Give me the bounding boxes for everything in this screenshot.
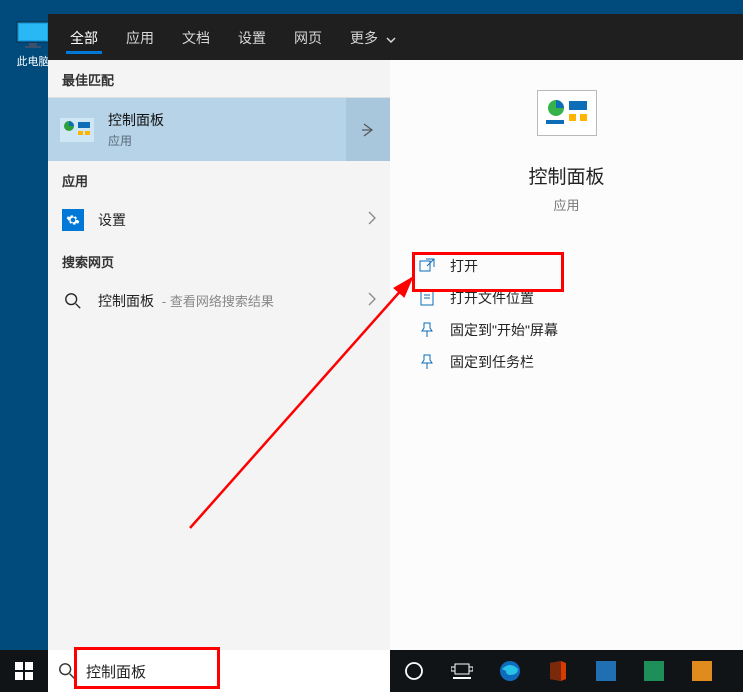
tab-label: 网页 bbox=[294, 30, 322, 46]
arrow-right-icon bbox=[360, 122, 376, 138]
taskbar-app-edge[interactable] bbox=[486, 650, 534, 692]
search-flyout: 全部 应用 文档 设置 网页 更多 最佳匹配 bbox=[48, 14, 743, 650]
action-pin-start[interactable]: 固定到"开始"屏幕 bbox=[390, 314, 743, 346]
action-label: 固定到任务栏 bbox=[450, 352, 534, 372]
result-label: 控制面板 - 查看网络搜索结果 bbox=[98, 291, 354, 311]
preview-column: 控制面板 应用 打开 打开文件位置 bbox=[390, 60, 743, 650]
pin-icon bbox=[418, 353, 436, 371]
result-settings-app[interactable]: 设置 bbox=[48, 198, 390, 242]
tab-apps[interactable]: 应用 bbox=[112, 16, 168, 58]
best-match-expand[interactable] bbox=[346, 98, 390, 161]
pin-icon bbox=[418, 321, 436, 339]
tab-label: 更多 bbox=[350, 30, 378, 46]
tab-label: 文档 bbox=[182, 30, 210, 46]
tab-settings[interactable]: 设置 bbox=[224, 16, 280, 58]
best-match-item[interactable]: 控制面板 应用 bbox=[48, 97, 390, 161]
chevron-down-icon bbox=[386, 30, 396, 46]
search-input[interactable] bbox=[86, 663, 380, 680]
task-view-icon bbox=[451, 662, 473, 680]
action-label: 打开 bbox=[450, 256, 478, 276]
app-icon bbox=[692, 661, 712, 681]
taskbar-app-generic1[interactable] bbox=[582, 650, 630, 692]
result-web-search[interactable]: 控制面板 - 查看网络搜索结果 bbox=[48, 279, 390, 323]
search-icon bbox=[62, 290, 84, 312]
tab-label: 设置 bbox=[238, 30, 266, 46]
taskbar-app-office[interactable] bbox=[534, 650, 582, 692]
edge-icon bbox=[498, 659, 522, 683]
search-icon bbox=[58, 662, 76, 680]
section-best-match: 最佳匹配 bbox=[48, 60, 390, 97]
flyout-body: 最佳匹配 控制面板 应用 bbox=[48, 60, 743, 650]
tab-web[interactable]: 网页 bbox=[280, 16, 336, 58]
best-match-sub: 应用 bbox=[108, 132, 164, 149]
windows-icon bbox=[15, 662, 33, 680]
section-apps: 应用 bbox=[48, 161, 390, 198]
preview-sub: 应用 bbox=[390, 195, 743, 214]
best-match-main[interactable]: 控制面板 应用 bbox=[48, 98, 346, 161]
tab-docs[interactable]: 文档 bbox=[168, 16, 224, 58]
circle-icon bbox=[404, 661, 424, 681]
preview-actions: 打开 打开文件位置 固定到"开始"屏幕 bbox=[390, 250, 743, 378]
taskbar-app-generic2[interactable] bbox=[630, 650, 678, 692]
section-web: 搜索网页 bbox=[48, 242, 390, 279]
tab-label: 全部 bbox=[70, 30, 98, 46]
web-item-sub: - 查看网络搜索结果 bbox=[162, 294, 274, 309]
open-icon bbox=[418, 257, 436, 275]
tab-all[interactable]: 全部 bbox=[56, 16, 112, 58]
cortana-button[interactable] bbox=[390, 650, 438, 692]
control-panel-icon bbox=[543, 96, 591, 130]
result-label: 设置 bbox=[98, 210, 354, 230]
action-label: 固定到"开始"屏幕 bbox=[450, 320, 558, 340]
task-view-button[interactable] bbox=[438, 650, 486, 692]
best-match-title: 控制面板 bbox=[108, 110, 164, 130]
tab-more[interactable]: 更多 bbox=[336, 16, 410, 58]
app-icon bbox=[644, 661, 664, 681]
monitor-icon bbox=[15, 20, 51, 50]
taskbar-icons bbox=[390, 650, 726, 692]
action-label: 打开文件位置 bbox=[450, 288, 534, 308]
tab-label: 应用 bbox=[126, 30, 154, 46]
app-icon bbox=[596, 661, 616, 681]
best-match-text: 控制面板 应用 bbox=[108, 110, 164, 149]
action-open[interactable]: 打开 bbox=[390, 250, 743, 282]
results-left-column: 最佳匹配 控制面板 应用 bbox=[48, 60, 390, 650]
search-tabs: 全部 应用 文档 设置 网页 更多 bbox=[48, 14, 743, 60]
taskbar bbox=[0, 650, 743, 692]
action-open-location[interactable]: 打开文件位置 bbox=[390, 282, 743, 314]
preview-icon bbox=[537, 90, 597, 136]
taskbar-search-box[interactable] bbox=[48, 650, 390, 692]
folder-icon bbox=[418, 289, 436, 307]
office-icon bbox=[547, 660, 569, 682]
gear-icon bbox=[62, 209, 84, 231]
preview-title: 控制面板 bbox=[390, 162, 743, 189]
taskbar-app-generic3[interactable] bbox=[678, 650, 726, 692]
control-panel-icon bbox=[60, 118, 94, 142]
start-button[interactable] bbox=[0, 650, 48, 692]
web-item-term: 控制面板 bbox=[98, 293, 154, 309]
chevron-right-icon bbox=[368, 211, 376, 230]
chevron-right-icon bbox=[368, 292, 376, 311]
action-pin-taskbar[interactable]: 固定到任务栏 bbox=[390, 346, 743, 378]
